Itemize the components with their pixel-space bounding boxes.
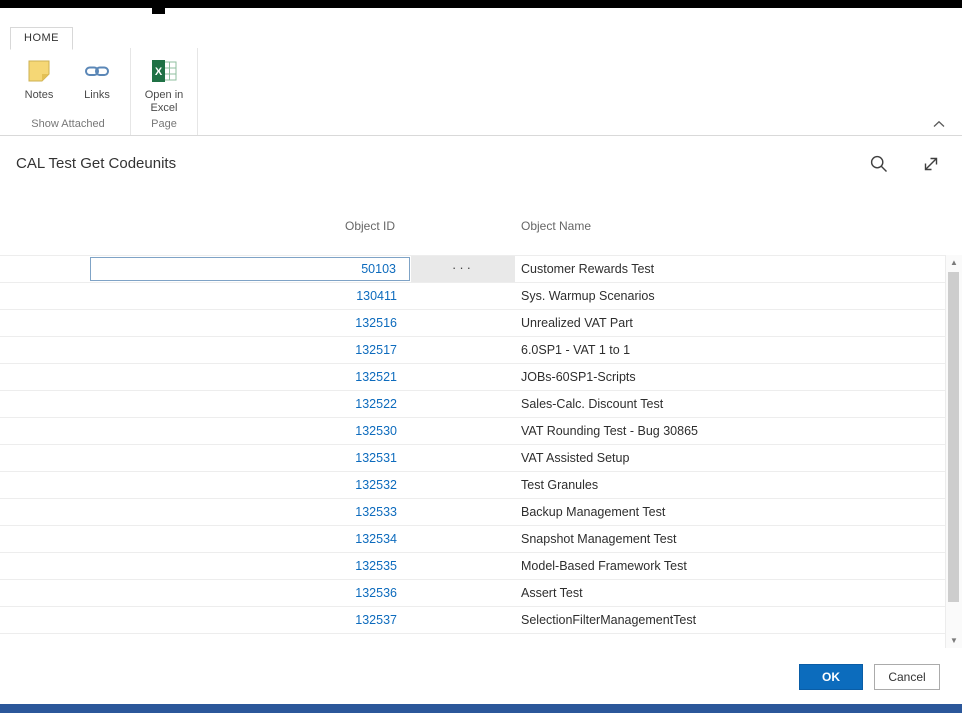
object-id-link[interactable]: 132536 <box>0 580 397 606</box>
search-icon <box>869 154 889 179</box>
expand-button[interactable] <box>920 155 942 177</box>
object-id-link[interactable]: 132533 <box>0 499 397 525</box>
object-id-link[interactable]: 130411 <box>0 283 397 309</box>
table-row[interactable]: 132534 Snapshot Management Test <box>0 526 945 553</box>
object-id-link[interactable]: 132522 <box>0 391 397 417</box>
ribbon: Notes Links Show Attached <box>0 48 962 136</box>
object-id-link[interactable]: 132517 <box>0 337 397 363</box>
table-row[interactable]: 132533 Backup Management Test <box>0 499 945 526</box>
object-name-cell[interactable]: Unrealized VAT Part <box>521 310 633 336</box>
table-row[interactable]: 132530 VAT Rounding Test - Bug 30865 <box>0 418 945 445</box>
object-id-link[interactable]: 132532 <box>0 472 397 498</box>
scrollbar-thumb[interactable] <box>948 272 959 602</box>
object-name-cell[interactable]: VAT Rounding Test - Bug 30865 <box>521 418 698 444</box>
object-name-cell[interactable]: JOBs-60SP1-Scripts <box>521 364 636 390</box>
object-name-cell[interactable]: VAT Assisted Setup <box>521 445 629 471</box>
window-bottom-border <box>0 704 962 713</box>
table-row[interactable]: 50103···Customer Rewards Test <box>0 256 945 283</box>
object-name-cell[interactable]: Sales-Calc. Discount Test <box>521 391 663 417</box>
scroll-up-arrow-icon[interactable]: ▲ <box>946 255 962 270</box>
open-in-excel-button[interactable]: X Open in Excel <box>139 56 189 114</box>
note-icon <box>26 56 52 86</box>
table-row[interactable]: 130411 Sys. Warmup Scenarios <box>0 283 945 310</box>
table-body: 50103···Customer Rewards Test130411Sys. … <box>0 255 945 634</box>
vertical-scrollbar[interactable]: ▲ ▼ <box>945 255 962 648</box>
table-row[interactable]: 132522 Sales-Calc. Discount Test <box>0 391 945 418</box>
dialog-window: HOME Notes <box>0 0 962 713</box>
links-button[interactable]: Links <box>72 56 122 102</box>
tab-home[interactable]: HOME <box>10 27 73 50</box>
open-in-excel-button-label: Open in Excel <box>139 89 189 114</box>
table-row[interactable]: 132531 VAT Assisted Setup <box>0 445 945 472</box>
cancel-button[interactable]: Cancel <box>874 664 940 690</box>
object-id-link[interactable]: 132534 <box>0 526 397 552</box>
object-id-link[interactable]: 132530 <box>0 418 397 444</box>
object-id-link[interactable]: 132537 <box>0 607 397 633</box>
table-row[interactable]: 132532 Test Granules <box>0 472 945 499</box>
object-name-cell[interactable]: SelectionFilterManagementTest <box>521 607 696 633</box>
window-title-bar-notch <box>152 8 165 14</box>
table-row[interactable]: 132536 Assert Test <box>0 580 945 607</box>
ribbon-group-page: X Open in Excel Page <box>131 48 198 135</box>
column-header-row: Object ID Object Name <box>0 219 945 237</box>
ribbon-group-label: Page <box>139 114 189 133</box>
scroll-down-arrow-icon[interactable]: ▼ <box>946 633 962 648</box>
link-icon <box>84 56 110 86</box>
object-id-link[interactable]: 132521 <box>0 364 397 390</box>
table-row[interactable]: 132521 JOBs-60SP1-Scripts <box>0 364 945 391</box>
notes-button[interactable]: Notes <box>14 56 64 102</box>
collapse-ribbon-button[interactable] <box>932 116 948 128</box>
ribbon-group-show-attached: Notes Links Show Attached <box>6 48 131 135</box>
excel-icon: X <box>151 56 178 86</box>
page-title: CAL Test Get Codeunits <box>16 155 176 172</box>
svg-text:X: X <box>154 66 162 78</box>
window-title-bar <box>0 0 962 8</box>
links-button-label: Links <box>84 89 110 102</box>
object-id-link[interactable]: 132531 <box>0 445 397 471</box>
page-header: CAL Test Get Codeunits <box>0 147 962 185</box>
table-row[interactable]: 132535 Model-Based Framework Test <box>0 553 945 580</box>
column-header-object-name[interactable]: Object Name <box>521 219 591 233</box>
search-button[interactable] <box>868 155 890 177</box>
object-name-cell[interactable]: Model-Based Framework Test <box>521 553 687 579</box>
object-name-cell[interactable]: 6.0SP1 - VAT 1 to 1 <box>521 337 630 363</box>
object-id-input[interactable]: 50103 <box>90 257 410 281</box>
assist-edit-button[interactable]: ··· <box>411 256 515 282</box>
object-id-link[interactable]: 132535 <box>0 553 397 579</box>
object-name-cell[interactable]: Customer Rewards Test <box>521 256 654 282</box>
table-row[interactable]: 132537 SelectionFilterManagementTest <box>0 607 945 634</box>
object-id-link[interactable]: 132516 <box>0 310 397 336</box>
column-header-object-id[interactable]: Object ID <box>0 219 395 233</box>
object-name-cell[interactable]: Test Granules <box>521 472 598 498</box>
object-name-cell[interactable]: Backup Management Test <box>521 499 665 525</box>
object-name-cell[interactable]: Snapshot Management Test <box>521 526 676 552</box>
object-name-cell[interactable]: Sys. Warmup Scenarios <box>521 283 655 309</box>
ribbon-tab-row: HOME <box>10 27 73 50</box>
chevron-up-icon <box>932 116 946 133</box>
ribbon-group-label: Show Attached <box>14 114 122 133</box>
table-row[interactable]: 132517 6.0SP1 - VAT 1 to 1 <box>0 337 945 364</box>
notes-button-label: Notes <box>25 89 54 102</box>
ok-button[interactable]: OK <box>799 664 863 690</box>
object-name-cell[interactable]: Assert Test <box>521 580 583 606</box>
table-row[interactable]: 132516 Unrealized VAT Part <box>0 310 945 337</box>
expand-diagonal-icon <box>921 154 941 179</box>
